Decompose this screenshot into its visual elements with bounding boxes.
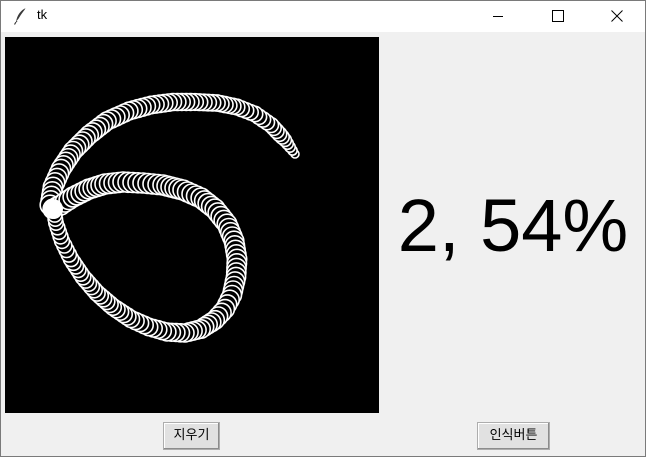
window-title: tk bbox=[37, 7, 48, 22]
clear-button[interactable]: 지우기 bbox=[163, 422, 220, 450]
close-icon bbox=[611, 10, 623, 22]
feather-icon bbox=[13, 7, 29, 25]
title-bar[interactable]: tk bbox=[1, 1, 645, 32]
app-window: tk 2, 54% 지우기 인식버튼 bbox=[0, 0, 646, 457]
stroke-end-dot bbox=[43, 199, 63, 219]
recognize-button[interactable]: 인식버튼 bbox=[477, 422, 550, 450]
close-button[interactable] bbox=[594, 1, 640, 31]
maximize-button[interactable] bbox=[535, 1, 581, 31]
minimize-button[interactable] bbox=[475, 1, 521, 31]
handwritten-digit-strokes bbox=[39, 92, 300, 343]
prediction-result: 2, 54% bbox=[397, 184, 629, 267]
drawing-canvas[interactable] bbox=[5, 37, 379, 413]
minimize-icon bbox=[493, 16, 503, 17]
maximize-icon bbox=[552, 10, 564, 22]
